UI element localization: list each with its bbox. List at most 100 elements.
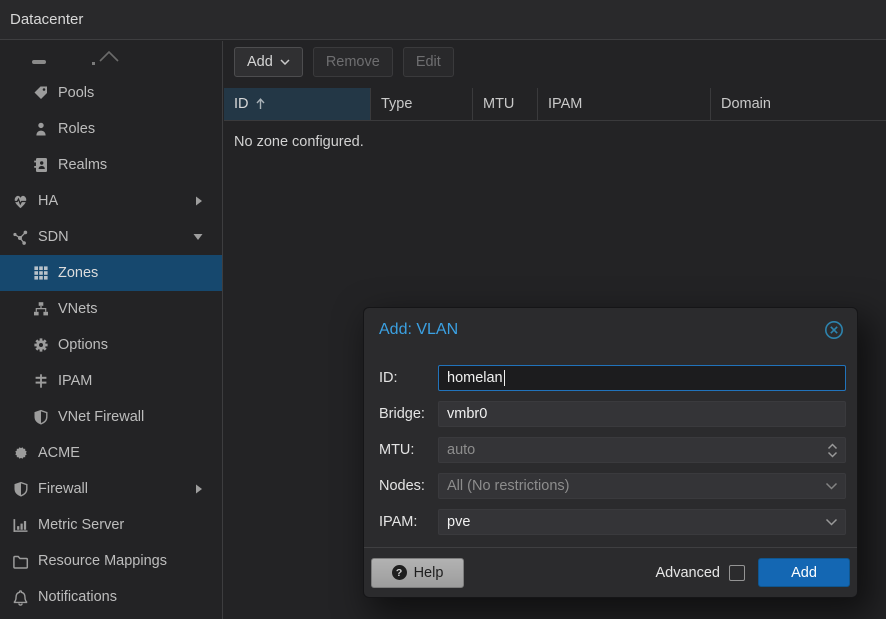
advanced-label: Advanced	[656, 565, 721, 581]
chevron-down-icon[interactable]	[825, 510, 838, 534]
dialog-titlebar: Add: VLAN	[364, 308, 857, 352]
field-row-id: ID: homelan	[379, 365, 846, 391]
dialog-footer: ? Help Advanced Add	[364, 547, 857, 597]
column-header-domain[interactable]: Domain	[711, 88, 886, 120]
sidebar-item-roles[interactable]: Roles	[0, 111, 222, 147]
sidebar-item-options[interactable]: Options	[0, 327, 222, 363]
sidebar-item-firewall[interactable]: Firewall	[0, 471, 222, 507]
shield-icon	[12, 481, 29, 498]
shield-icon	[32, 409, 49, 426]
sidebar-item-label: Options	[58, 337, 108, 353]
column-header-type[interactable]: Type	[371, 88, 473, 120]
text-cursor	[504, 370, 506, 386]
ipam-select[interactable]: pve	[438, 509, 846, 535]
sidebar-item-sdn[interactable]: SDN	[0, 219, 222, 255]
caret-down-icon	[280, 59, 290, 65]
sidebar-item-label: Resource Mappings	[38, 553, 167, 569]
field-row-ipam: IPAM: pve	[379, 509, 846, 535]
folder-icon	[12, 553, 29, 570]
sidebar-item-zones[interactable]: Zones	[0, 255, 222, 291]
gear-icon	[32, 337, 49, 354]
top-bar: Datacenter	[0, 0, 886, 40]
tag-icon	[32, 85, 49, 102]
bridge-input-value: vmbr0	[447, 406, 487, 422]
field-row-mtu: MTU: auto	[379, 437, 846, 463]
sidebar-item-ipam[interactable]: IPAM	[0, 363, 222, 399]
clipped-icon	[32, 60, 46, 64]
grid-icon	[32, 265, 49, 282]
add-button-label: Add	[247, 54, 273, 70]
address-book-icon	[32, 157, 49, 174]
chevron-up-icon	[98, 50, 120, 62]
certificate-icon	[12, 445, 29, 462]
sidebar-item-realms[interactable]: Realms	[0, 147, 222, 183]
sitemap-icon	[32, 301, 49, 318]
edit-button[interactable]: Edit	[403, 47, 454, 77]
page-title: Datacenter	[10, 11, 83, 28]
nodes-field-label: Nodes:	[379, 478, 438, 494]
sidebar-item-notifications[interactable]: Notifications	[0, 579, 222, 615]
bridge-field-label: Bridge:	[379, 406, 438, 422]
caret-down-icon[interactable]	[193, 233, 203, 241]
sidebar-item-label: HA	[38, 193, 58, 209]
network-nodes-icon	[12, 229, 29, 246]
chevron-down-icon[interactable]	[825, 474, 838, 498]
sidebar-item-vnets[interactable]: VNets	[0, 291, 222, 327]
bell-icon	[12, 589, 29, 606]
caret-right-icon[interactable]	[195, 484, 203, 494]
id-input-value: homelan	[447, 370, 503, 386]
sidebar-item-label: Roles	[58, 121, 95, 137]
advanced-checkbox[interactable]	[729, 565, 745, 581]
help-button[interactable]: ? Help	[371, 558, 464, 588]
mtu-placeholder: auto	[447, 442, 475, 458]
remove-button[interactable]: Remove	[313, 47, 393, 77]
empty-grid-message: No zone configured.	[234, 134, 886, 150]
add-button[interactable]: Add	[234, 47, 303, 77]
sidebar-item-metric-server[interactable]: Metric Server	[0, 507, 222, 543]
user-icon	[32, 121, 49, 138]
id-input[interactable]: homelan	[438, 365, 846, 391]
ipam-field-label: IPAM:	[379, 514, 438, 530]
bar-chart-icon	[12, 517, 29, 534]
toolbar: Add Remove Edit	[224, 41, 886, 77]
sidebar-item-acme[interactable]: ACME	[0, 435, 222, 471]
sidebar-item-vnet-firewall[interactable]: VNet Firewall	[0, 399, 222, 435]
caret-right-icon[interactable]	[195, 196, 203, 206]
edit-button-label: Edit	[416, 54, 441, 70]
close-icon[interactable]	[823, 319, 845, 341]
column-header-ipam[interactable]: IPAM	[538, 88, 711, 120]
remove-button-label: Remove	[326, 54, 380, 70]
sidebar-item-label: Pools	[58, 85, 94, 101]
column-header-mtu[interactable]: MTU	[473, 88, 538, 120]
table-header: ID Type MTU IPAM Domain	[224, 88, 886, 121]
field-row-nodes: Nodes: All (No restrictions)	[379, 473, 846, 499]
sidebar-item-clipped[interactable]	[0, 41, 222, 75]
sidebar-item-label: VNets	[58, 301, 98, 317]
heartbeat-icon	[12, 193, 29, 210]
sidebar-item-label: Zones	[58, 265, 98, 281]
sidebar-item-label: ACME	[38, 445, 80, 461]
help-button-label: Help	[414, 565, 444, 581]
screen: Datacenter Pools Roles Real	[0, 0, 886, 619]
sidebar-item-pools[interactable]: Pools	[0, 75, 222, 111]
question-circle-icon: ?	[392, 565, 407, 580]
mtu-spinner[interactable]: auto	[438, 437, 846, 463]
sidebar-item-resource-mappings[interactable]: Resource Mappings	[0, 543, 222, 579]
clipped-dot	[92, 62, 95, 65]
sidebar-item-label: Notifications	[38, 589, 117, 605]
mtu-field-label: MTU:	[379, 442, 438, 458]
nodes-select[interactable]: All (No restrictions)	[438, 473, 846, 499]
sidebar-item-label: Realms	[58, 157, 107, 173]
sidebar-item-ha[interactable]: HA	[0, 183, 222, 219]
column-header-id[interactable]: ID	[224, 88, 371, 120]
bridge-input[interactable]: vmbr0	[438, 401, 846, 427]
ipam-select-value: pve	[447, 514, 470, 530]
dialog-add-button-label: Add	[791, 565, 817, 581]
id-field-label: ID:	[379, 370, 438, 386]
signpost-icon	[32, 373, 49, 390]
spinner-up-down-icon[interactable]	[827, 438, 838, 462]
dialog-add-button[interactable]: Add	[758, 558, 850, 587]
sidebar-item-label: Firewall	[38, 481, 88, 497]
sidebar-item-label: IPAM	[58, 373, 92, 389]
sidebar-item-label: VNet Firewall	[58, 409, 144, 425]
